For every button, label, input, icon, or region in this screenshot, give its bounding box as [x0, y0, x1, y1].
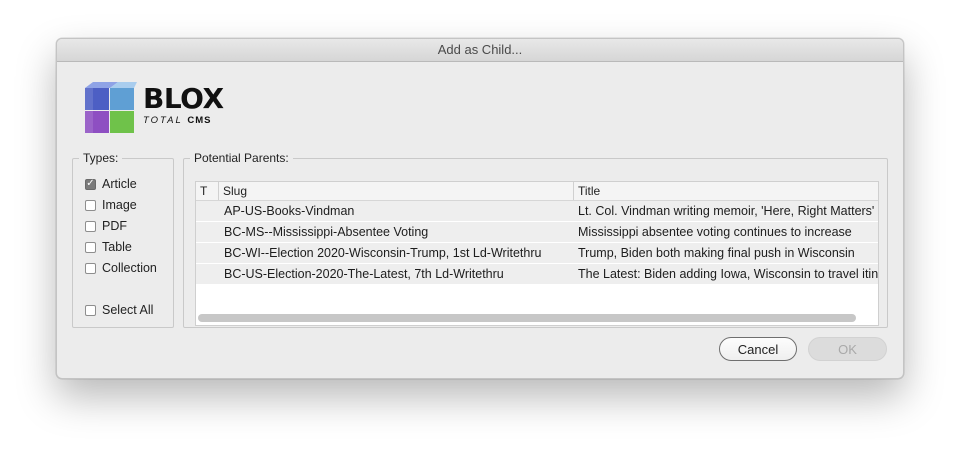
type-label: Article: [102, 177, 137, 191]
cell-title: Trump, Biden both making final push in W…: [578, 246, 855, 260]
window-title: Add as Child...: [57, 39, 903, 62]
cell-t: [196, 243, 219, 263]
type-pdf-checkbox[interactable]: PDF: [85, 218, 127, 234]
checkbox-icon: [85, 241, 96, 253]
cell-title: The Latest: Biden adding Iowa, Wisconsin…: [578, 267, 878, 281]
cell-title: Mississippi absentee voting continues to…: [578, 225, 852, 239]
table-row[interactable]: BC-MS--Mississippi-Absentee Voting Missi…: [196, 222, 878, 243]
type-label: Collection: [102, 261, 157, 275]
add-as-child-dialog: Add as Child... BLOX TOTAL CMS Types: ✓ …: [56, 38, 904, 379]
table-row[interactable]: AP-US-Books-Vindman Lt. Col. Vindman wri…: [196, 201, 878, 222]
column-header-t[interactable]: T: [196, 182, 219, 200]
type-image-checkbox[interactable]: Image: [85, 197, 137, 213]
type-table-checkbox[interactable]: Table: [85, 239, 132, 255]
checkbox-icon: [85, 304, 96, 316]
logo-sub-total: TOTAL: [143, 115, 183, 126]
checkbox-checked-icon: ✓: [85, 178, 96, 190]
horizontal-scrollbar[interactable]: [198, 314, 856, 322]
select-all-checkbox[interactable]: Select All: [85, 302, 153, 318]
checkbox-icon: [85, 220, 96, 232]
checkbox-icon: [85, 199, 96, 211]
table-row[interactable]: BC-US-Election-2020-The-Latest, 7th Ld-W…: [196, 264, 878, 285]
types-legend: Types:: [83, 151, 119, 165]
cell-title: Lt. Col. Vindman writing memoir, 'Here, …: [578, 204, 875, 218]
cell-t: [196, 201, 219, 221]
cell-slug: BC-WI--Election 2020-Wisconsin-Trump, 1s…: [224, 246, 542, 260]
cell-slug: BC-MS--Mississippi-Absentee Voting: [224, 225, 429, 239]
cell-slug: AP-US-Books-Vindman: [224, 204, 355, 218]
column-header-title[interactable]: Title: [574, 182, 878, 200]
cell-slug: BC-US-Election-2020-The-Latest, 7th Ld-W…: [224, 267, 504, 281]
potential-parents-group: Potential Parents: T Slug Title AP-US-Bo…: [183, 151, 888, 328]
checkbox-icon: [85, 262, 96, 274]
logo-name: BLOX: [143, 82, 224, 115]
blox-wordmark: BLOX TOTAL CMS: [143, 82, 224, 127]
type-label: Image: [102, 198, 137, 212]
table-header: T Slug Title: [196, 182, 878, 201]
potential-parents-legend: Potential Parents:: [194, 151, 289, 165]
blox-cube-icon: [85, 82, 137, 133]
blox-logo: BLOX TOTAL CMS: [83, 82, 224, 138]
ok-button[interactable]: OK: [808, 337, 887, 361]
type-label: PDF: [102, 219, 127, 233]
cancel-button[interactable]: Cancel: [719, 337, 797, 361]
type-article-checkbox[interactable]: ✓ Article: [85, 176, 137, 192]
logo-sub-cms: CMS: [187, 115, 212, 126]
table-row[interactable]: BC-WI--Election 2020-Wisconsin-Trump, 1s…: [196, 243, 878, 264]
types-group: Types: ✓ Article Image PDF Table Collect…: [72, 151, 174, 328]
cell-t: [196, 264, 219, 284]
logo-subtitle: TOTAL CMS: [143, 115, 224, 126]
parents-table[interactable]: T Slug Title AP-US-Books-Vindman Lt. Col…: [195, 181, 879, 326]
cell-t: [196, 222, 219, 242]
select-all-label: Select All: [102, 303, 154, 317]
column-header-slug[interactable]: Slug: [219, 182, 574, 200]
type-label: Table: [102, 240, 132, 254]
type-collection-checkbox[interactable]: Collection: [85, 260, 157, 276]
